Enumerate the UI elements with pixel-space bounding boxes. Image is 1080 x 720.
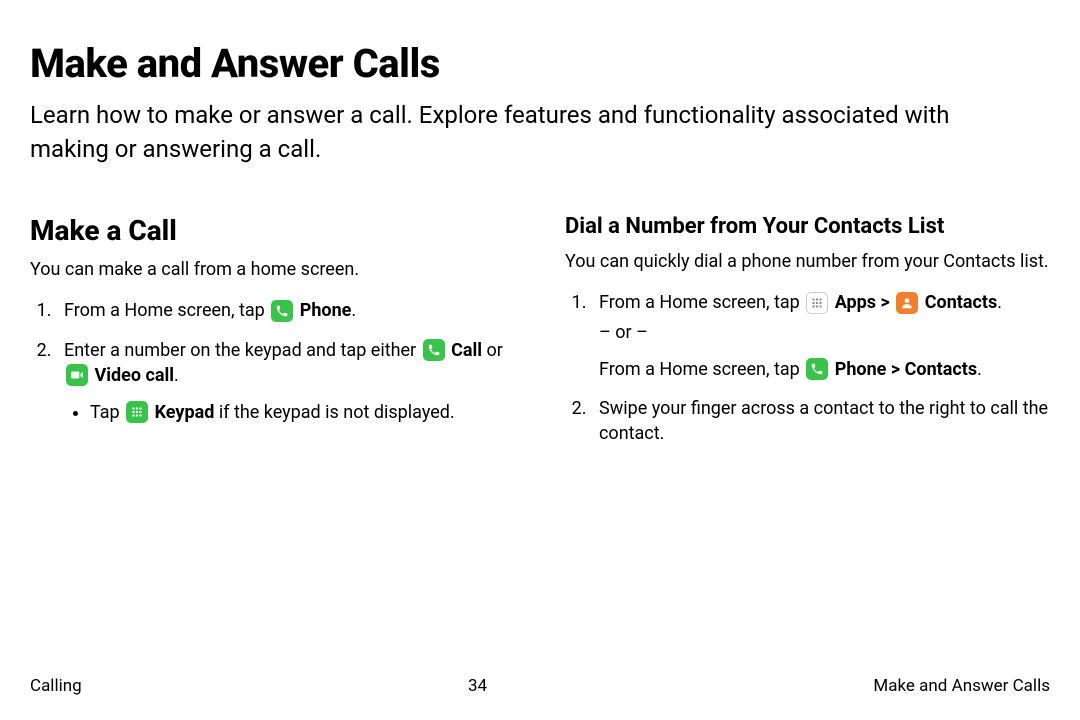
page-title: Make and Answer Calls	[30, 40, 1050, 87]
right-column: Dial a Number from Your Contacts List Yo…	[565, 214, 1050, 460]
bullet-keypad: Tap Keypad if the keypad is not displaye…	[90, 400, 515, 425]
step-text: From a Home screen, tap	[599, 359, 804, 380]
video-call-icon	[66, 364, 88, 386]
phone-icon	[271, 300, 293, 322]
call-label: Call	[451, 340, 482, 361]
bullet-text: Tap	[90, 402, 124, 423]
dial-contacts-heading: Dial a Number from Your Contacts List	[565, 214, 1050, 239]
step-text: From a Home screen, tap	[599, 292, 804, 313]
step-2: Swipe your finger across a contact to th…	[591, 396, 1050, 446]
make-call-heading: Make a Call	[30, 214, 515, 247]
footer-right: Make and Answer Calls	[873, 676, 1050, 696]
video-call-label: Video call	[94, 365, 174, 386]
footer-page-number: 34	[468, 676, 487, 696]
two-column-layout: Make a Call You can make a call from a h…	[30, 214, 1050, 460]
step-text: .	[977, 359, 982, 380]
step-text: Enter a number on the keypad and tap eit…	[64, 340, 421, 361]
step-text: .	[997, 292, 1002, 313]
keypad-icon	[126, 401, 148, 423]
phone-label: Phone	[835, 359, 887, 380]
keypad-label: Keypad	[155, 402, 215, 423]
step-1: From a Home screen, tap Apps > Contacts.…	[591, 290, 1050, 382]
step-2: Enter a number on the keypad and tap eit…	[56, 338, 515, 426]
step-1: From a Home screen, tap Phone.	[56, 298, 515, 323]
make-call-steps: From a Home screen, tap Phone. Enter a n…	[30, 298, 515, 425]
contacts-label: Contacts	[905, 359, 977, 380]
step-text: .	[351, 300, 356, 321]
page-footer: Calling 34 Make and Answer Calls	[30, 676, 1050, 696]
breadcrumb-sep: >	[886, 359, 904, 380]
or-separator: – or –	[599, 320, 1050, 345]
phone-label: Phone	[300, 300, 352, 321]
contacts-icon	[896, 292, 918, 314]
intro-text: Learn how to make or answer a call. Expl…	[30, 99, 990, 166]
apps-icon	[806, 292, 828, 314]
contacts-label: Contacts	[925, 292, 997, 313]
step-text: or	[482, 340, 503, 361]
left-column: Make a Call You can make a call from a h…	[30, 214, 515, 460]
step-text: .	[174, 365, 179, 386]
bullet-text: if the keypad is not displayed.	[214, 402, 454, 423]
make-call-lead: You can make a call from a home screen.	[30, 257, 515, 282]
alt-step: From a Home screen, tap Phone > Contacts…	[599, 357, 1050, 382]
phone-icon	[806, 358, 828, 380]
dial-contacts-lead: You can quickly dial a phone number from…	[565, 249, 1050, 274]
dial-contacts-steps: From a Home screen, tap Apps > Contacts.…	[565, 290, 1050, 446]
breadcrumb-sep: >	[876, 292, 894, 313]
step-text: From a Home screen, tap	[64, 300, 269, 321]
footer-left: Calling	[30, 676, 82, 696]
apps-label: Apps	[835, 292, 876, 313]
sub-bullets: Tap Keypad if the keypad is not displaye…	[64, 400, 515, 425]
call-icon	[423, 339, 445, 361]
